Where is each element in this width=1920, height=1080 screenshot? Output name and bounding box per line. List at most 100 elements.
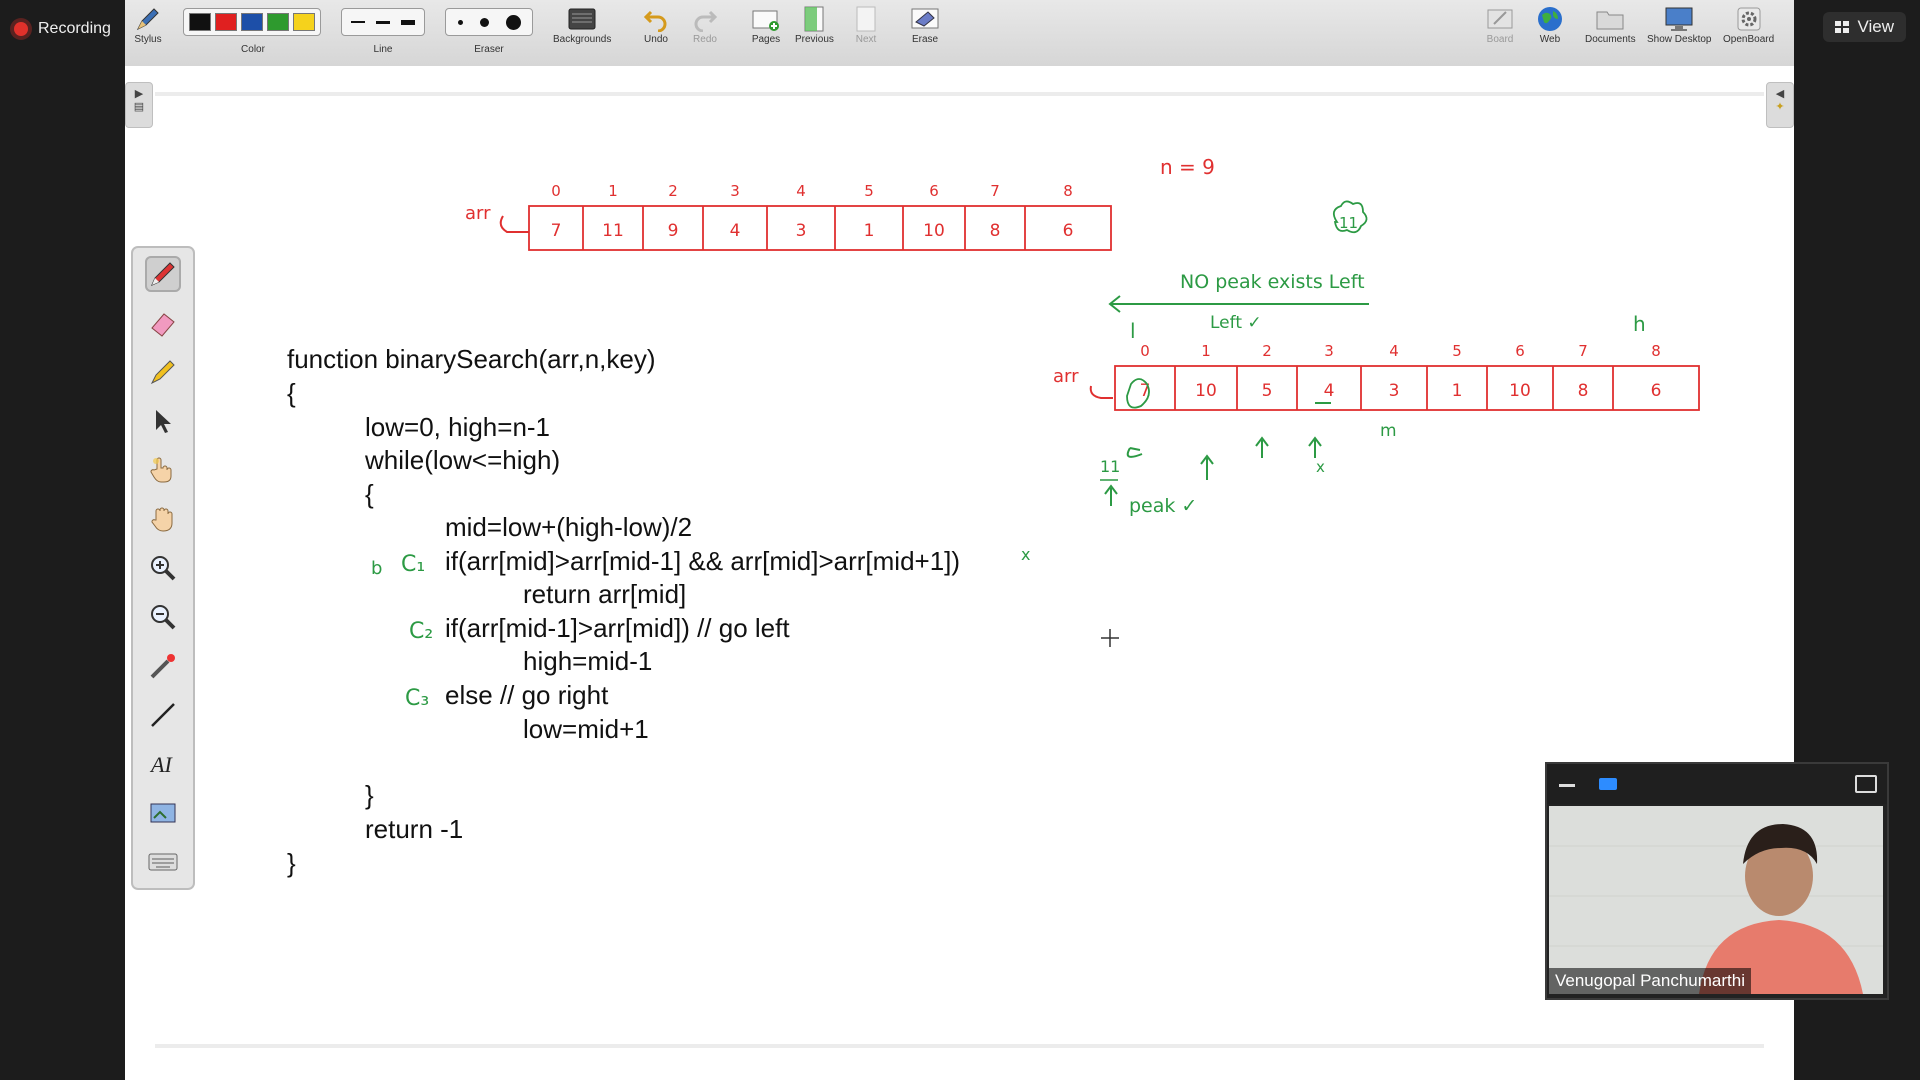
line-medium-option[interactable]	[375, 20, 390, 24]
web-label: Web	[1539, 34, 1561, 45]
gear-icon	[1734, 4, 1764, 34]
right-array-cell-value: 8	[1578, 381, 1589, 401]
x-pointer-arrow	[1308, 436, 1322, 458]
minimize-icon[interactable]	[1559, 784, 1575, 787]
openboard-menu-button[interactable]: OpenBoard	[1723, 4, 1774, 45]
color-black-swatch[interactable]	[189, 13, 211, 31]
circled-eleven-label: 11	[1339, 214, 1358, 232]
erase-button[interactable]: Erase	[910, 4, 940, 45]
next-button[interactable]: Next	[851, 4, 881, 45]
view-button[interactable]: View	[1823, 12, 1906, 42]
stylus-tool[interactable]: Stylus	[133, 4, 163, 45]
top-array-cell-index: 2	[668, 182, 678, 200]
pages-label: Pages	[751, 34, 781, 45]
arr-label-right: arr	[1053, 366, 1079, 387]
right-array-cell-index: 2	[1262, 342, 1272, 360]
top-array-cell-value: 8	[990, 221, 1001, 241]
view-label: View	[1857, 17, 1894, 36]
view-grid-icon	[1835, 21, 1850, 33]
right-array-cell-value: 5	[1262, 381, 1273, 401]
previous-label: Previous	[795, 34, 834, 45]
top-array-cell-value: 7	[551, 221, 562, 241]
line-label: Line	[373, 44, 393, 55]
m-label: m	[1380, 421, 1397, 441]
top-array-cell-value: 1	[864, 221, 875, 241]
folder-icon	[1595, 4, 1625, 34]
eraser-medium-option[interactable]	[479, 17, 489, 27]
show-desktop-button[interactable]: Show Desktop	[1647, 4, 1711, 45]
backgrounds-icon	[567, 4, 597, 34]
redo-icon	[690, 4, 720, 34]
board-button[interactable]: Board	[1485, 4, 1515, 45]
top-array-cell-index: 1	[608, 182, 618, 200]
line-thin-option[interactable]	[350, 21, 365, 23]
right-array-cell-index: 1	[1201, 342, 1211, 360]
color-green-swatch[interactable]	[267, 13, 289, 31]
top-array-cell-index: 0	[551, 182, 561, 200]
top-array-cell-value: 10	[923, 221, 945, 241]
openboard-window: Stylus Color Line Eraser Backgrounds Und…	[125, 0, 1794, 1080]
c3-label: C₃	[405, 686, 429, 711]
redo-button[interactable]: Redo	[690, 4, 720, 45]
add-page-icon	[751, 4, 781, 34]
erase-icon	[910, 4, 940, 34]
no-peak-label: NO peak exists Left	[1180, 271, 1365, 293]
arr-arrow-top	[499, 215, 529, 233]
color-blue-swatch[interactable]	[241, 13, 263, 31]
color-red-swatch[interactable]	[215, 13, 237, 31]
undo-button[interactable]: Undo	[641, 4, 671, 45]
openboard-toolbar: Stylus Color Line Eraser Backgrounds Und…	[125, 0, 1794, 67]
documents-label: Documents	[1585, 34, 1636, 45]
eleven-below-label: 11	[1100, 457, 1120, 476]
participant-video	[1549, 806, 1883, 994]
monitor-icon	[1664, 4, 1694, 34]
globe-icon	[1535, 4, 1565, 34]
line-widths	[341, 8, 425, 36]
redo-label: Redo	[693, 34, 717, 45]
video-camera-icon[interactable]	[1599, 778, 1617, 790]
next-label: Next	[855, 34, 877, 45]
whiteboard-canvas[interactable]: ▶ ▤ ◀ ✦ AI function binarySearch(arr,n,k…	[125, 66, 1794, 1080]
previous-button[interactable]: Previous	[795, 4, 834, 45]
right-array-cell-index: 5	[1452, 342, 1462, 360]
eraser-large-option[interactable]	[505, 14, 521, 30]
record-icon	[14, 22, 28, 36]
right-array-cell-value: 10	[1509, 381, 1531, 401]
web-button[interactable]: Web	[1535, 4, 1565, 45]
top-array-cell-value: 11	[602, 221, 624, 241]
color-swatches	[183, 8, 321, 36]
h-label: h	[1633, 312, 1646, 336]
b-label: b	[371, 558, 382, 579]
arr-arrow-right	[1089, 385, 1113, 399]
participant-video-tile[interactable]: Venugopal Panchumarthi	[1545, 762, 1889, 1000]
expand-tile-icon[interactable]	[1855, 775, 1877, 793]
right-array-cell-index: 7	[1578, 342, 1588, 360]
backgrounds-tool[interactable]: Backgrounds	[553, 4, 611, 45]
line-thick-option[interactable]	[401, 19, 416, 25]
documents-button[interactable]: Documents	[1585, 4, 1636, 45]
board-icon	[1485, 4, 1515, 34]
board-label: Board	[1486, 34, 1514, 45]
color-yellow-swatch[interactable]	[293, 13, 315, 31]
ink-layer: b C₁ x C₂ C₃ arr 70111924334151068768 n …	[371, 155, 1700, 711]
recording-indicator[interactable]: Recording	[14, 14, 111, 44]
eraser-label: Eraser	[474, 44, 504, 55]
top-array-cell-value: 6	[1063, 221, 1074, 241]
top-array-cell-index: 7	[990, 182, 1000, 200]
color-label: Color	[241, 44, 265, 55]
mid-pointer-arrow	[1255, 436, 1269, 458]
peak-label: peak ✓	[1129, 495, 1197, 517]
right-array-cell-value: 3	[1389, 381, 1400, 401]
top-array: 70111924334151068768	[528, 182, 1112, 251]
top-array-cell-value: 4	[730, 221, 741, 241]
eraser-small-option[interactable]	[457, 19, 463, 25]
pages-button[interactable]: Pages	[751, 4, 781, 45]
previous-page-icon	[799, 4, 829, 34]
right-array-cell-index: 8	[1651, 342, 1661, 360]
participant-name: Venugopal Panchumarthi	[1549, 968, 1751, 994]
recording-label: Recording	[38, 20, 111, 37]
participant-silhouette	[1549, 806, 1883, 994]
openboard-label: OpenBoard	[1723, 34, 1775, 45]
show-desktop-label: Show Desktop	[1647, 34, 1712, 45]
erase-label: Erase	[911, 34, 939, 45]
